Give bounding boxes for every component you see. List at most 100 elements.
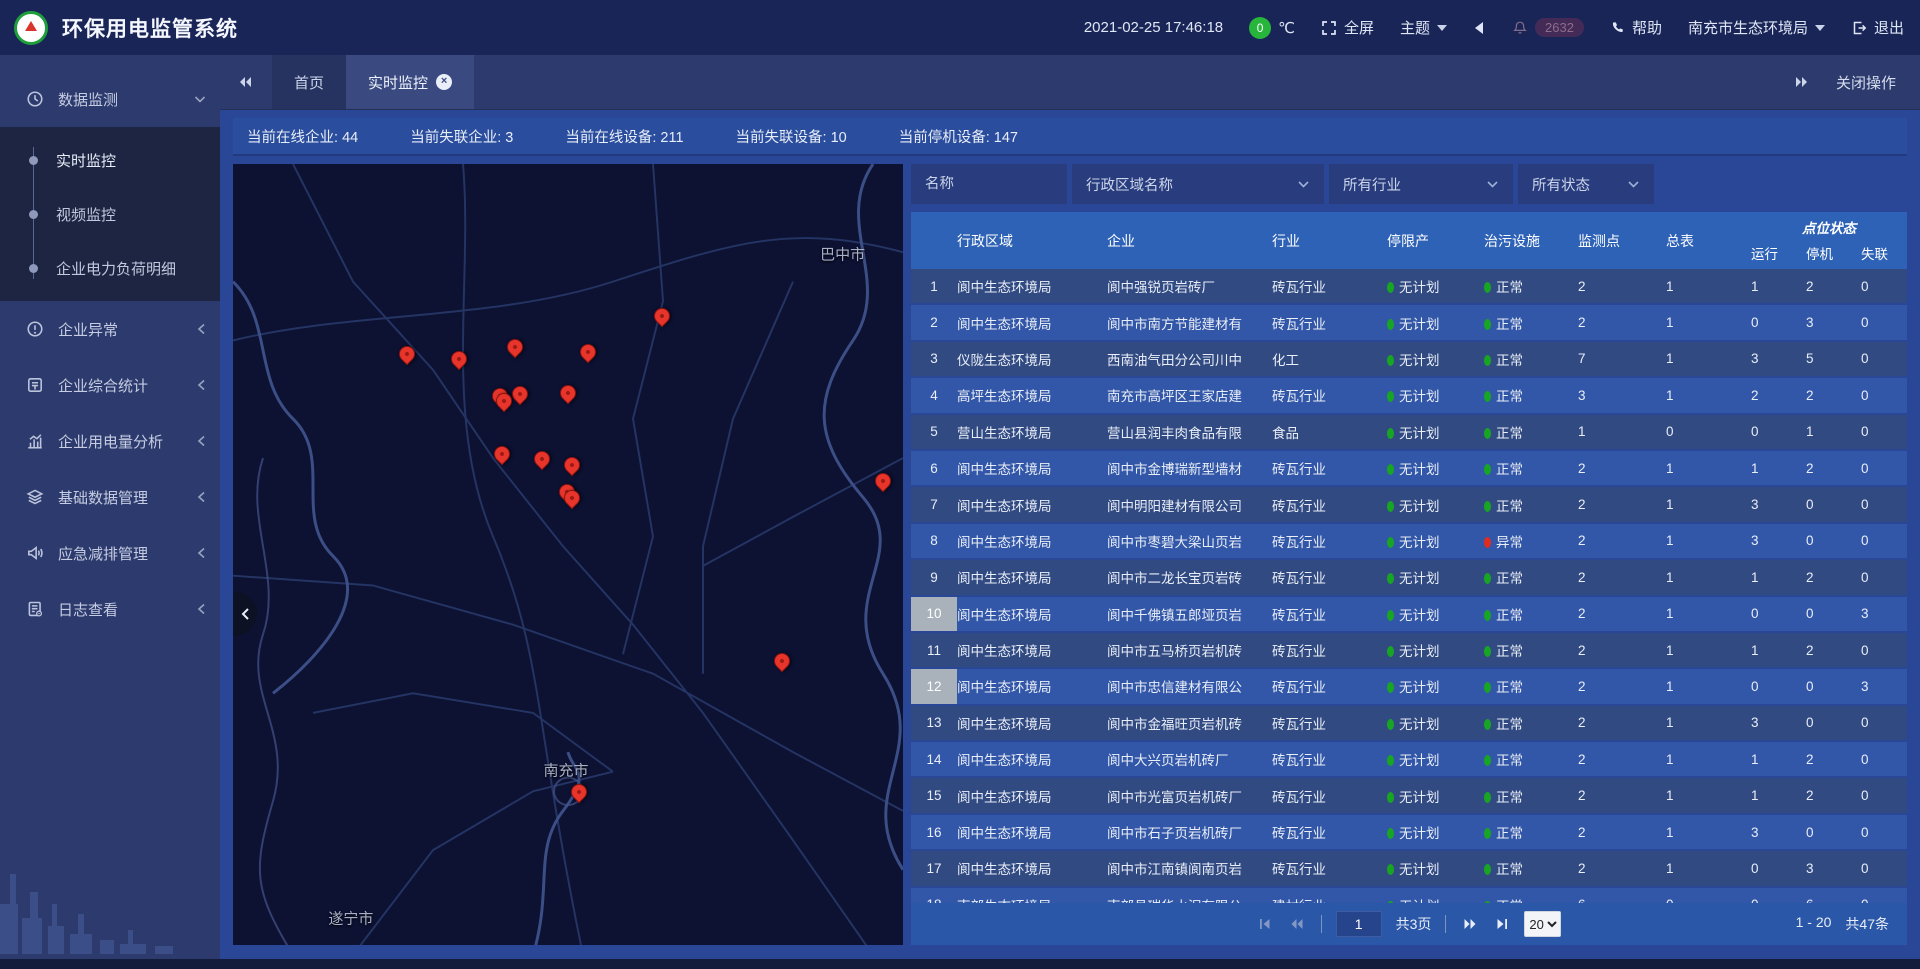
table-row[interactable]: 10阆中生态环境局阆中千佛镇五郎垭页岩砖瓦行业无计划正常21003 [911,597,1907,633]
cell-facility-status: 正常 [1484,895,1578,903]
stat-item: 当前失联设备: 10 [736,126,847,147]
table-row[interactable]: 11阆中生态环境局阆中市五马桥页岩机砖砖瓦行业无计划正常21120 [911,633,1907,669]
status-dot-green [1484,319,1491,330]
tab-active[interactable]: 实时监控× [346,55,474,109]
cell-run: 1 [1751,461,1806,476]
status-dot-green [1387,646,1394,657]
status-dot-red [1484,537,1491,548]
tab-item[interactable]: 首页 [272,55,346,109]
cell-region: 阆中生态环境局 [957,531,1107,551]
sidebar-item-label: 数据监测 [58,89,118,110]
page-size-select[interactable]: 20 [1524,911,1561,937]
industry-filter-select[interactable]: 所有行业 [1329,164,1513,204]
cell-meters: 1 [1666,752,1751,767]
table-row[interactable]: 14阆中生态环境局阆中大兴页岩机砖厂砖瓦行业无计划正常21120 [911,742,1907,778]
table-row[interactable]: 17阆中生态环境局阆中市江南镇阆南页岩砖瓦行业无计划正常21030 [911,851,1907,887]
table-row[interactable]: 5营山生态环境局营山县润丰肉食品有限食品无计划正常10010 [911,415,1907,451]
status-dot-green [1387,573,1394,584]
tab-close-icon[interactable]: × [436,74,452,90]
cell-region: 阆中生态环境局 [957,858,1107,878]
layers-icon [26,488,44,506]
sidebar-item-2[interactable]: 企业综合统计 [0,357,220,413]
app-title: 环保用电监管系统 [62,13,238,43]
column-subheader: 失联 [1861,237,1907,269]
cell-limit-status: 无计划 [1387,276,1484,296]
cell-company: 南部县瑞华水泥有限公 [1107,895,1272,903]
table-row[interactable]: 6阆中生态环境局阆中市金博瑞新型墙材砖瓦行业无计划正常21120 [911,451,1907,487]
sidebar-item-4[interactable]: 基础数据管理 [0,469,220,525]
logout-button[interactable]: 退出 [1851,17,1904,38]
name-filter-input[interactable] [925,176,1053,192]
map-city-label: 南充市 [543,760,588,781]
cell-industry: 砖瓦行业 [1272,495,1387,515]
sidebar-item-label: 基础数据管理 [58,487,148,508]
cell-index: 8 [911,524,957,558]
cell-facility-status: 正常 [1484,676,1578,696]
fullscreen-button[interactable]: 全屏 [1321,17,1374,38]
cell-company: 阆中市金博瑞新型墙材 [1107,458,1272,478]
cell-facility-status: 正常 [1484,495,1578,515]
cell-stop: 2 [1806,570,1861,585]
cell-limit-status: 无计划 [1387,749,1484,769]
sidebar-item-0[interactable]: 数据监测 [0,71,220,127]
close-operations-button[interactable]: 关闭操作 [1836,72,1896,93]
status-dot-green [1387,355,1394,366]
table-row[interactable]: 1阆中生态环境局阆中强锐页岩砖厂砖瓦行业无计划正常21120 [911,269,1907,305]
next-page-button[interactable] [1460,916,1479,932]
sidebar-subitem[interactable]: 实时监控 [0,133,220,187]
alert-circle-icon [26,320,44,338]
cell-index: 7 [911,487,957,521]
sidebar-subitem[interactable]: 企业电力负荷明细 [0,241,220,295]
last-page-button[interactable] [1493,916,1510,932]
cell-region: 阆中生态环境局 [957,640,1107,660]
theme-menu-button[interactable]: 主题 [1400,17,1447,38]
table-row[interactable]: 15阆中生态环境局阆中市光富页岩机砖厂砖瓦行业无计划正常21120 [911,778,1907,814]
temperature-value: 0 [1249,17,1271,39]
table-row[interactable]: 8阆中生态环境局阆中市枣碧大梁山页岩砖瓦行业无计划异常21300 [911,524,1907,560]
cell-index: 16 [911,815,957,849]
cell-region: 阆中生态环境局 [957,822,1107,842]
table-row[interactable]: 3仪陇生态环境局西南油气田分公司川中化工无计划正常71350 [911,342,1907,378]
status-filter-select[interactable]: 所有状态 [1518,164,1654,204]
sidebar-subitem[interactable]: 视频监控 [0,187,220,241]
table-row[interactable]: 18南部生态环境局南部县瑞华水泥有限公建材行业无计划正常60060 [911,888,1907,903]
page-number-input[interactable] [1336,911,1382,937]
page: 环保用电监管系统 2021-02-25 17:46:18 0 ℃ 全屏 主题 2… [0,0,1920,969]
table-row[interactable]: 9阆中生态环境局阆中市二龙长宝页岩砖砖瓦行业无计划正常21120 [911,560,1907,596]
region-filter-select[interactable]: 行政区域名称 [1072,164,1324,204]
name-filter-field [911,164,1067,204]
cell-industry: 砖瓦行业 [1272,676,1387,696]
org-menu-button[interactable]: 南充市生态环境局 [1688,17,1825,38]
table-row[interactable]: 13阆中生态环境局阆中市金福旺页岩机砖砖瓦行业无计划正常21300 [911,706,1907,742]
temperature-unit: ℃ [1278,19,1295,37]
cell-meters: 1 [1666,497,1751,512]
sidebar-item-6[interactable]: 日志查看 [0,581,220,637]
cell-points: 2 [1578,679,1666,694]
cell-lost: 0 [1861,788,1907,803]
sidebar-item-1[interactable]: 企业异常 [0,301,220,357]
content-area: 当前在线企业: 44当前失联企业: 3当前在线设备: 211当前失联设备: 10… [220,110,1920,959]
table-row[interactable]: 2阆中生态环境局阆中市南方节能建材有砖瓦行业无计划正常21030 [911,305,1907,341]
help-button[interactable]: 帮助 [1610,17,1662,38]
map-panel: 巴中市南充市遂宁市 [233,164,903,945]
notification-button[interactable]: 2632 [1512,18,1584,37]
cell-index: 12 [911,669,957,703]
table-row[interactable]: 4高坪生态环境局南充市高坪区王家店建砖瓦行业无计划正常31220 [911,378,1907,414]
cell-meters: 1 [1666,679,1751,694]
total-pages-label: 共3页 [1396,914,1432,934]
sidebar-item-3[interactable]: 企业用电量分析 [0,413,220,469]
sound-toggle-button[interactable] [1473,21,1486,35]
cell-lost: 0 [1861,825,1907,840]
tabs-scroll-left-button[interactable] [220,55,272,109]
table-row[interactable]: 12阆中生态环境局阆中市忠信建材有限公砖瓦行业无计划正常21003 [911,669,1907,705]
table-row[interactable]: 16阆中生态环境局阆中市石子页岩机砖厂砖瓦行业无计划正常21300 [911,815,1907,851]
previous-page-button[interactable] [1288,916,1307,932]
table-row[interactable]: 7阆中生态环境局阆中明阳建材有限公司砖瓦行业无计划正常21300 [911,487,1907,523]
first-page-button[interactable] [1257,916,1274,932]
cell-company: 阆中市石子页岩机砖厂 [1107,822,1272,842]
cell-stop: 2 [1806,388,1861,403]
sidebar-item-5[interactable]: 应急减排管理 [0,525,220,581]
tabs-scroll-right-button[interactable] [1792,74,1810,90]
cell-run: 0 [1751,315,1806,330]
cell-stop: 0 [1806,606,1861,621]
